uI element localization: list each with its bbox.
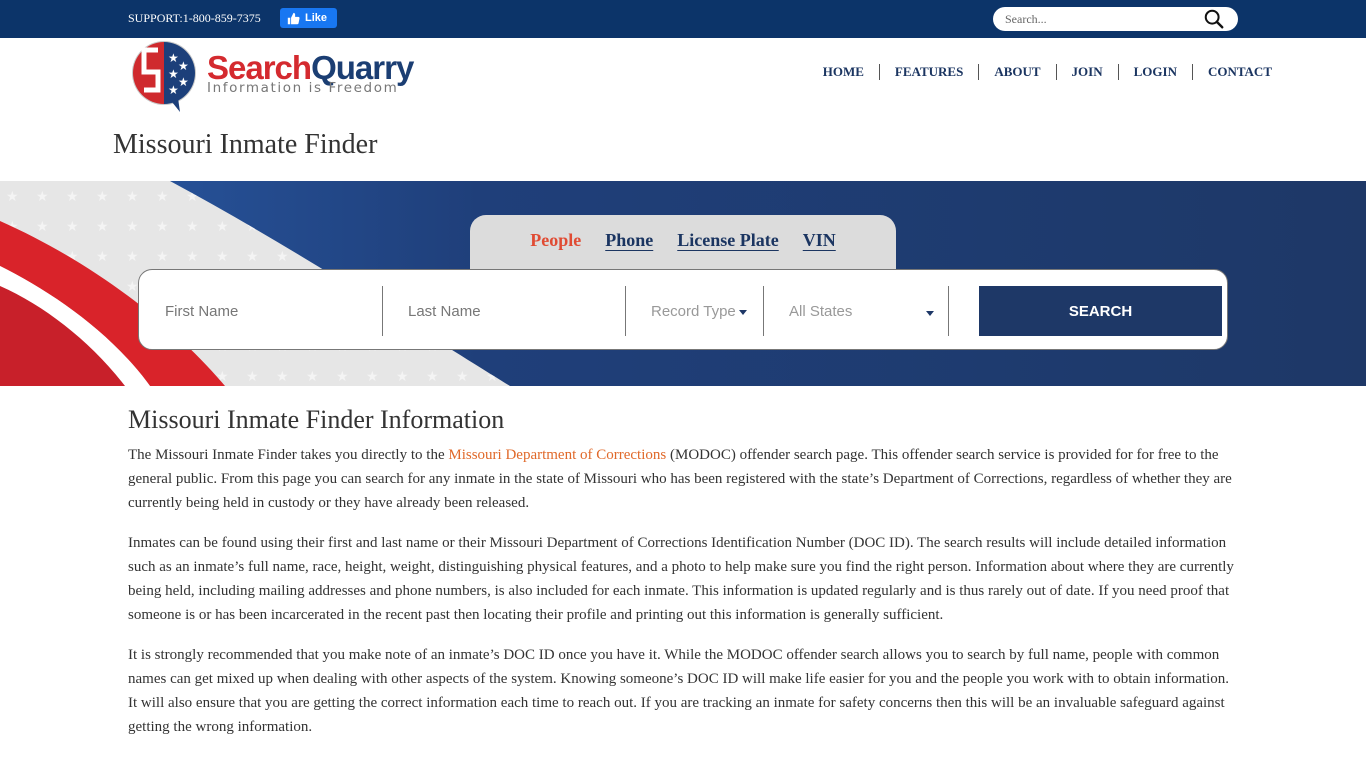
main-nav: HOME FEATURES ABOUT JOIN LOGIN CONTACT — [808, 64, 1272, 80]
search-button[interactable]: SEARCH — [979, 286, 1222, 336]
first-name-field-wrap — [165, 286, 380, 336]
svg-text:★: ★ — [178, 75, 189, 89]
field-divider — [948, 286, 949, 336]
caret-down-icon — [926, 311, 934, 316]
section-heading: Missouri Inmate Finder Information — [128, 405, 505, 434]
support-phone: SUPPORT:1-800-859-7375 — [128, 11, 261, 25]
nav-login[interactable]: LOGIN — [1117, 64, 1192, 80]
state-select-label: All States — [789, 302, 853, 320]
nav-about[interactable]: ABOUT — [978, 64, 1055, 80]
caret-down-icon — [738, 310, 747, 315]
search-icon[interactable] — [1203, 8, 1225, 30]
article-content: Missouri Inmate Finder Information The M… — [128, 405, 1238, 755]
top-search-input[interactable] — [1005, 10, 1195, 28]
thumbs-up-icon — [287, 12, 300, 24]
nav-contact[interactable]: CONTACT — [1191, 64, 1272, 80]
last-name-field-wrap — [408, 286, 623, 336]
top-bar: SUPPORT:1-800-859-7375 Like — [0, 0, 1366, 38]
nav-home[interactable]: HOME — [808, 64, 879, 80]
last-name-input[interactable] — [408, 302, 623, 320]
svg-text:★: ★ — [168, 83, 179, 97]
record-type-label: Record Type — [651, 302, 736, 320]
facebook-like-label: Like — [305, 12, 328, 24]
page-title: Missouri Inmate Finder — [113, 129, 378, 160]
state-select[interactable]: All States — [789, 286, 937, 336]
logo-text: SearchQuarry Information is Freedom — [207, 50, 414, 97]
top-search-box — [993, 7, 1238, 31]
logo-emblem-icon: ★ ★ ★ ★ ★ — [132, 41, 196, 112]
field-divider — [763, 286, 764, 336]
tab-phone[interactable]: Phone — [605, 230, 653, 254]
people-search-form: Record Type All States SEARCH — [138, 269, 1228, 350]
hero-banner: ★ People Phone License Plate VIN Record … — [0, 181, 1366, 386]
paragraph-2: Inmates can be found using their first a… — [128, 535, 1234, 623]
first-name-input[interactable] — [165, 302, 380, 320]
nav-features[interactable]: FEATURES — [878, 64, 978, 80]
tab-license-plate[interactable]: License Plate — [677, 230, 778, 254]
record-type-select[interactable]: Record Type — [651, 286, 763, 336]
tab-people[interactable]: People — [530, 230, 581, 254]
site-logo[interactable]: ★ ★ ★ ★ ★ SearchQuarry Information is Fr… — [128, 40, 428, 112]
svg-text:★: ★ — [178, 59, 189, 73]
field-divider — [625, 286, 626, 336]
facebook-like-button[interactable]: Like — [280, 8, 337, 28]
paragraph-3: It is strongly recommended that you make… — [128, 647, 1229, 735]
modoc-link[interactable]: Missouri Department of Corrections — [448, 447, 666, 463]
paragraph-1-lead: The Missouri Inmate Finder takes you dir… — [128, 447, 449, 463]
nav-join[interactable]: JOIN — [1055, 64, 1118, 80]
logo-tagline: Information is Freedom — [207, 80, 399, 96]
tab-vin[interactable]: VIN — [803, 230, 836, 254]
paragraph-1: The Missouri Inmate Finder takes you dir… — [128, 443, 1238, 515]
field-divider — [382, 286, 383, 336]
